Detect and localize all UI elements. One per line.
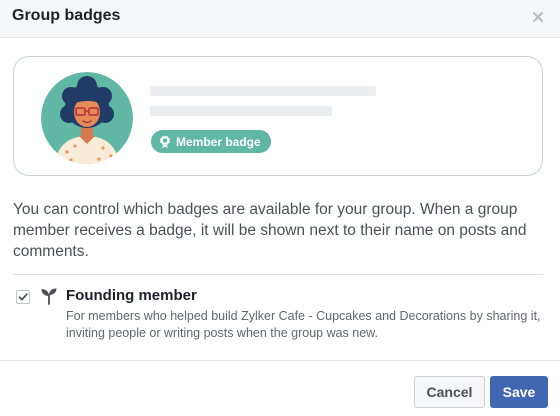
save-button[interactable]: Save [490,376,548,408]
dialog-footer: Cancel Save [0,360,560,416]
dialog-title: Group badges [12,7,121,24]
option-title: Founding member [66,287,197,304]
badge-preview-card: Member badge [13,56,543,176]
member-badge-pill: Member badge [151,130,271,153]
name-placeholder-line [150,86,376,96]
close-icon[interactable] [530,9,546,25]
divider [13,274,543,275]
cancel-button[interactable]: Cancel [414,376,485,408]
founding-member-checkbox[interactable] [16,290,30,304]
dialog-header: Group badges [0,0,560,38]
sprout-icon [40,287,58,305]
option-description: For members who helped build Zylker Cafe… [66,309,541,340]
badge-seal-icon [159,135,171,148]
badge-option-founding-member: Founding member For members who helped b… [13,286,547,346]
group-badges-dialog: Group badges Member badge You can contro… [0,0,560,416]
subtitle-placeholder-line [150,106,332,116]
badges-description: You can control which badges are availab… [13,201,527,260]
avatar [41,72,133,164]
badge-label: Member badge [176,134,261,149]
